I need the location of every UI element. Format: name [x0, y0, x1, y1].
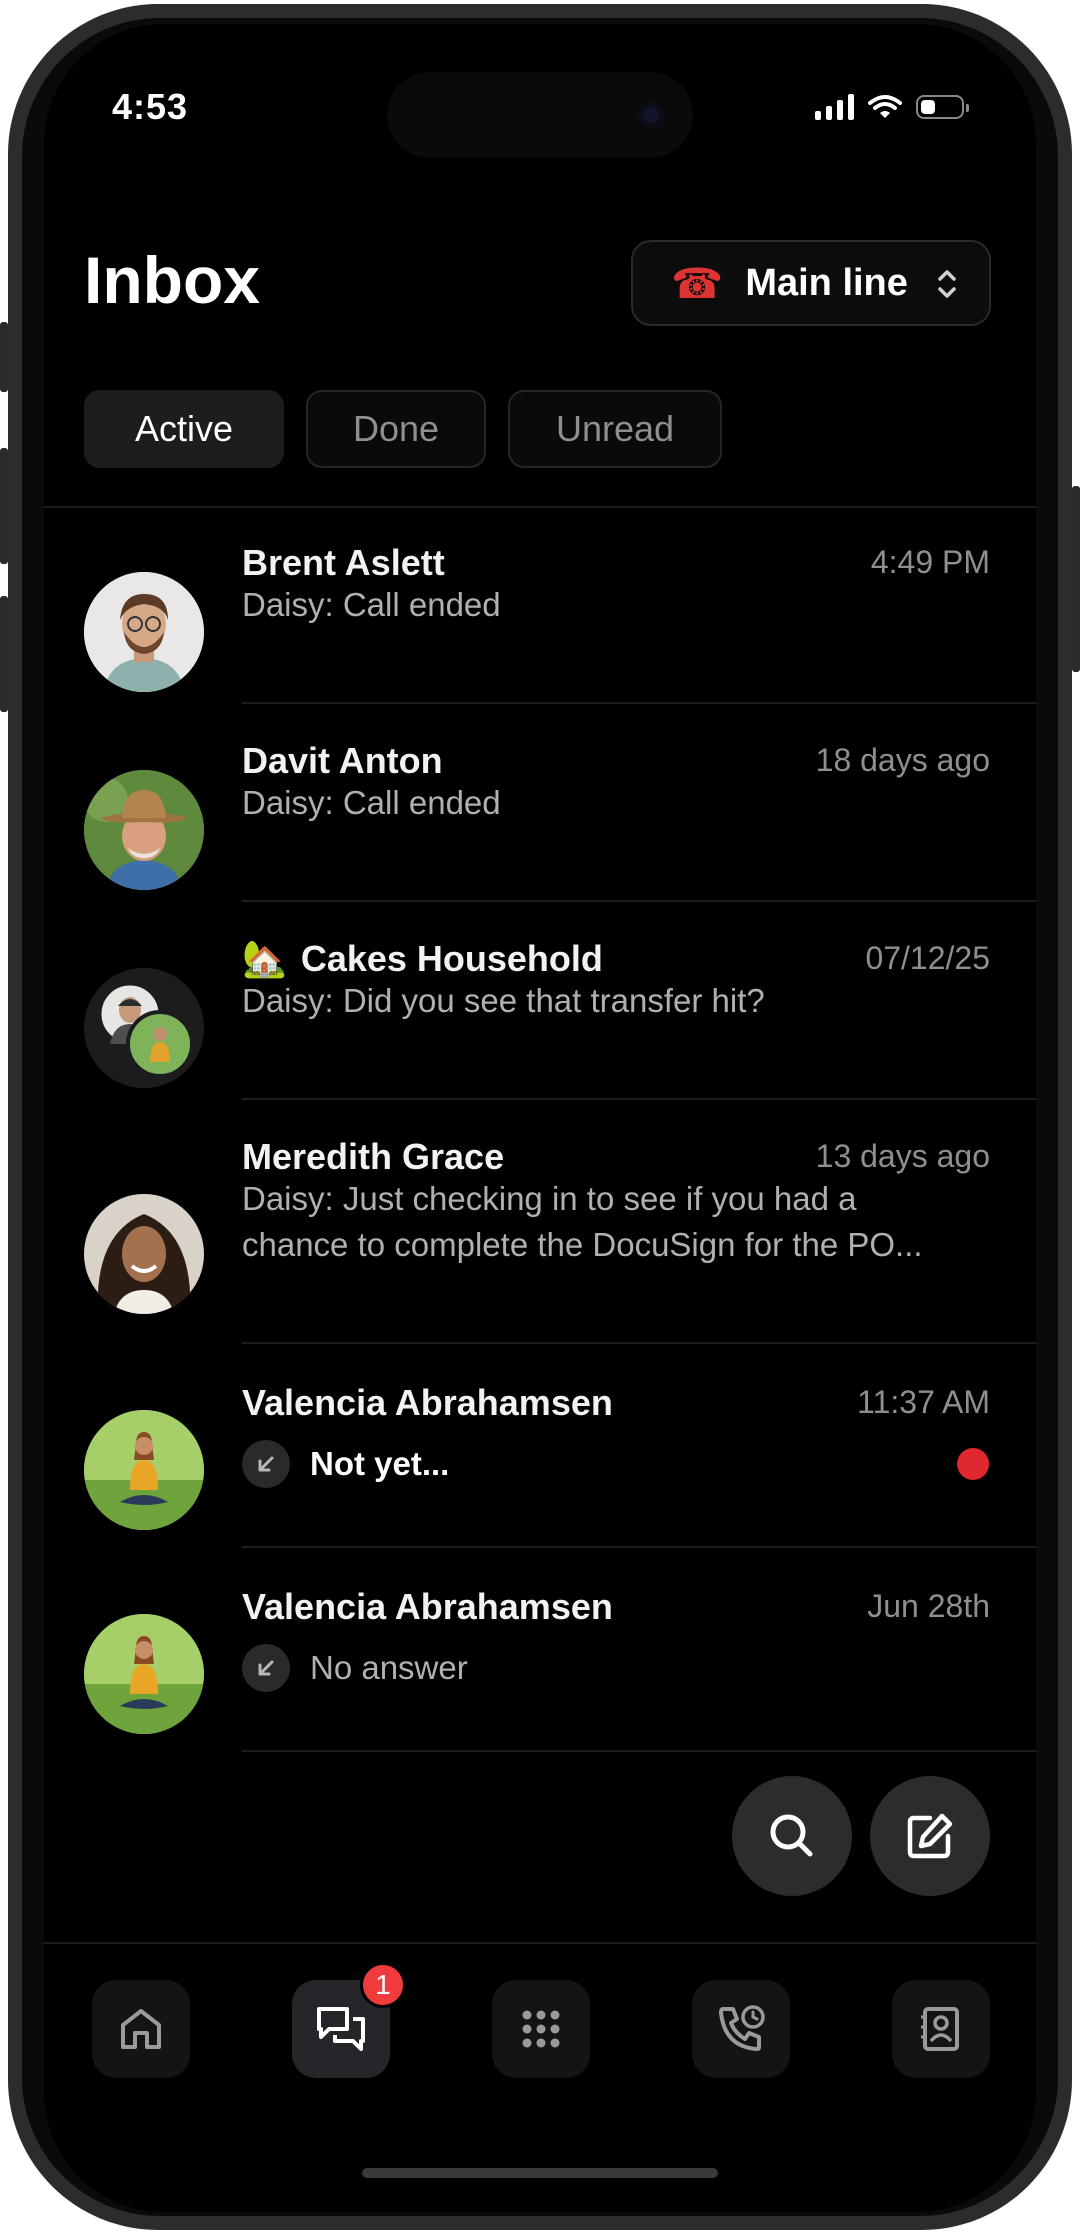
contact-name: Meredith Grace — [242, 1136, 505, 1177]
incoming-call-icon — [242, 1644, 290, 1692]
message-preview: Daisy: Just checking in to see if you ha… — [242, 1180, 923, 1263]
message-preview: Daisy: Call ended — [242, 586, 501, 623]
incoming-call-icon — [242, 1440, 290, 1488]
conversation-row[interactable]: 🏡 Cakes Household 07/12/25 Daisy: Did you… — [44, 904, 1036, 1100]
page-title: Inbox — [84, 243, 260, 317]
conversation-row[interactable]: Valencia Abrahamsen 11:37 AM Not yet... — [44, 1346, 1036, 1548]
tab-done[interactable]: Done — [306, 390, 486, 468]
message-time: 07/12/25 — [865, 940, 990, 976]
conversation-row[interactable]: Valencia Abrahamsen Jun 28th No answer — [44, 1550, 1036, 1752]
row-divider — [242, 1750, 1036, 1752]
message-time: Jun 28th — [867, 1588, 990, 1624]
message-preview: Not yet... — [310, 1445, 450, 1482]
volume-down-button — [0, 596, 8, 712]
line-selector[interactable]: ☎ Main line — [631, 240, 991, 326]
nav-contacts[interactable] — [892, 1980, 990, 2078]
battery-icon — [916, 95, 969, 119]
nav-keypad[interactable] — [492, 1980, 590, 2078]
home-indicator[interactable] — [362, 2168, 718, 2178]
row-divider — [242, 1342, 1036, 1344]
compose-icon — [907, 1813, 953, 1859]
action-button — [0, 322, 8, 392]
filter-tabs: Active Done Unread — [84, 390, 722, 468]
power-button — [1072, 486, 1080, 672]
contact-name: Valencia Abrahamsen — [242, 1382, 613, 1423]
avatar — [84, 770, 204, 890]
conversation-row[interactable]: Meredith Grace 13 days ago Daisy: Just c… — [44, 1102, 1036, 1344]
unread-indicator — [957, 1448, 989, 1480]
tab-unread[interactable]: Unread — [508, 390, 722, 468]
line-selector-label: Main line — [745, 261, 908, 304]
row-divider — [242, 702, 1036, 704]
conversation-row[interactable]: Brent Aslett 4:49 PM Daisy: Call ended — [44, 508, 1036, 704]
nav-home[interactable] — [92, 1980, 190, 2078]
tab-active[interactable]: Active — [84, 390, 284, 468]
house-emoji-icon: 🏡 — [242, 938, 287, 979]
contact-name: Valencia Abrahamsen — [242, 1586, 613, 1627]
messages-icon — [317, 2007, 365, 2051]
home-icon — [121, 2009, 161, 2049]
contact-name: Brent Aslett — [242, 542, 445, 583]
cellular-signal-icon — [815, 94, 854, 120]
message-preview: Daisy: Did you see that transfer hit? — [242, 982, 765, 1019]
contacts-icon — [921, 2007, 959, 2051]
nav-call-history[interactable] — [692, 1980, 790, 2078]
conversation-row[interactable]: Davit Anton 18 days ago Daisy: Call ende… — [44, 706, 1036, 902]
avatar — [84, 1410, 204, 1530]
message-time: 18 days ago — [815, 742, 990, 778]
row-divider — [242, 1546, 1036, 1548]
message-time: 4:49 PM — [870, 544, 990, 580]
message-preview: No answer — [310, 1649, 468, 1686]
wifi-icon — [868, 95, 902, 118]
chevron-up-down-icon — [938, 270, 956, 298]
message-time: 11:37 AM — [857, 1384, 990, 1420]
search-button[interactable] — [732, 1776, 852, 1896]
screen: 4:53 Inbox ☎ Main line Active Done Unrea… — [44, 24, 1036, 2212]
row-divider — [242, 900, 1036, 902]
compose-button[interactable] — [870, 1776, 990, 1896]
keypad-icon — [522, 2010, 560, 2048]
avatar — [84, 572, 204, 692]
contact-name: Davit Anton — [242, 740, 443, 781]
status-icons — [815, 94, 969, 120]
avatar — [84, 1194, 204, 1314]
group-avatar — [84, 968, 204, 1088]
contact-name: 🏡 Cakes Household — [242, 938, 603, 979]
message-time: 13 days ago — [815, 1138, 990, 1174]
message-preview: Daisy: Call ended — [242, 784, 501, 821]
unread-count-badge: 1 — [360, 1962, 406, 2008]
volume-up-button — [0, 448, 8, 564]
search-icon — [770, 1814, 813, 1857]
avatar — [84, 1614, 204, 1734]
tab-bar-divider — [44, 1942, 1036, 1944]
telephone-icon: ☎ — [671, 259, 724, 307]
dynamic-island — [387, 72, 693, 158]
call-history-icon — [719, 2005, 765, 2051]
status-time: 4:53 — [112, 86, 189, 127]
row-divider — [242, 1098, 1036, 1100]
